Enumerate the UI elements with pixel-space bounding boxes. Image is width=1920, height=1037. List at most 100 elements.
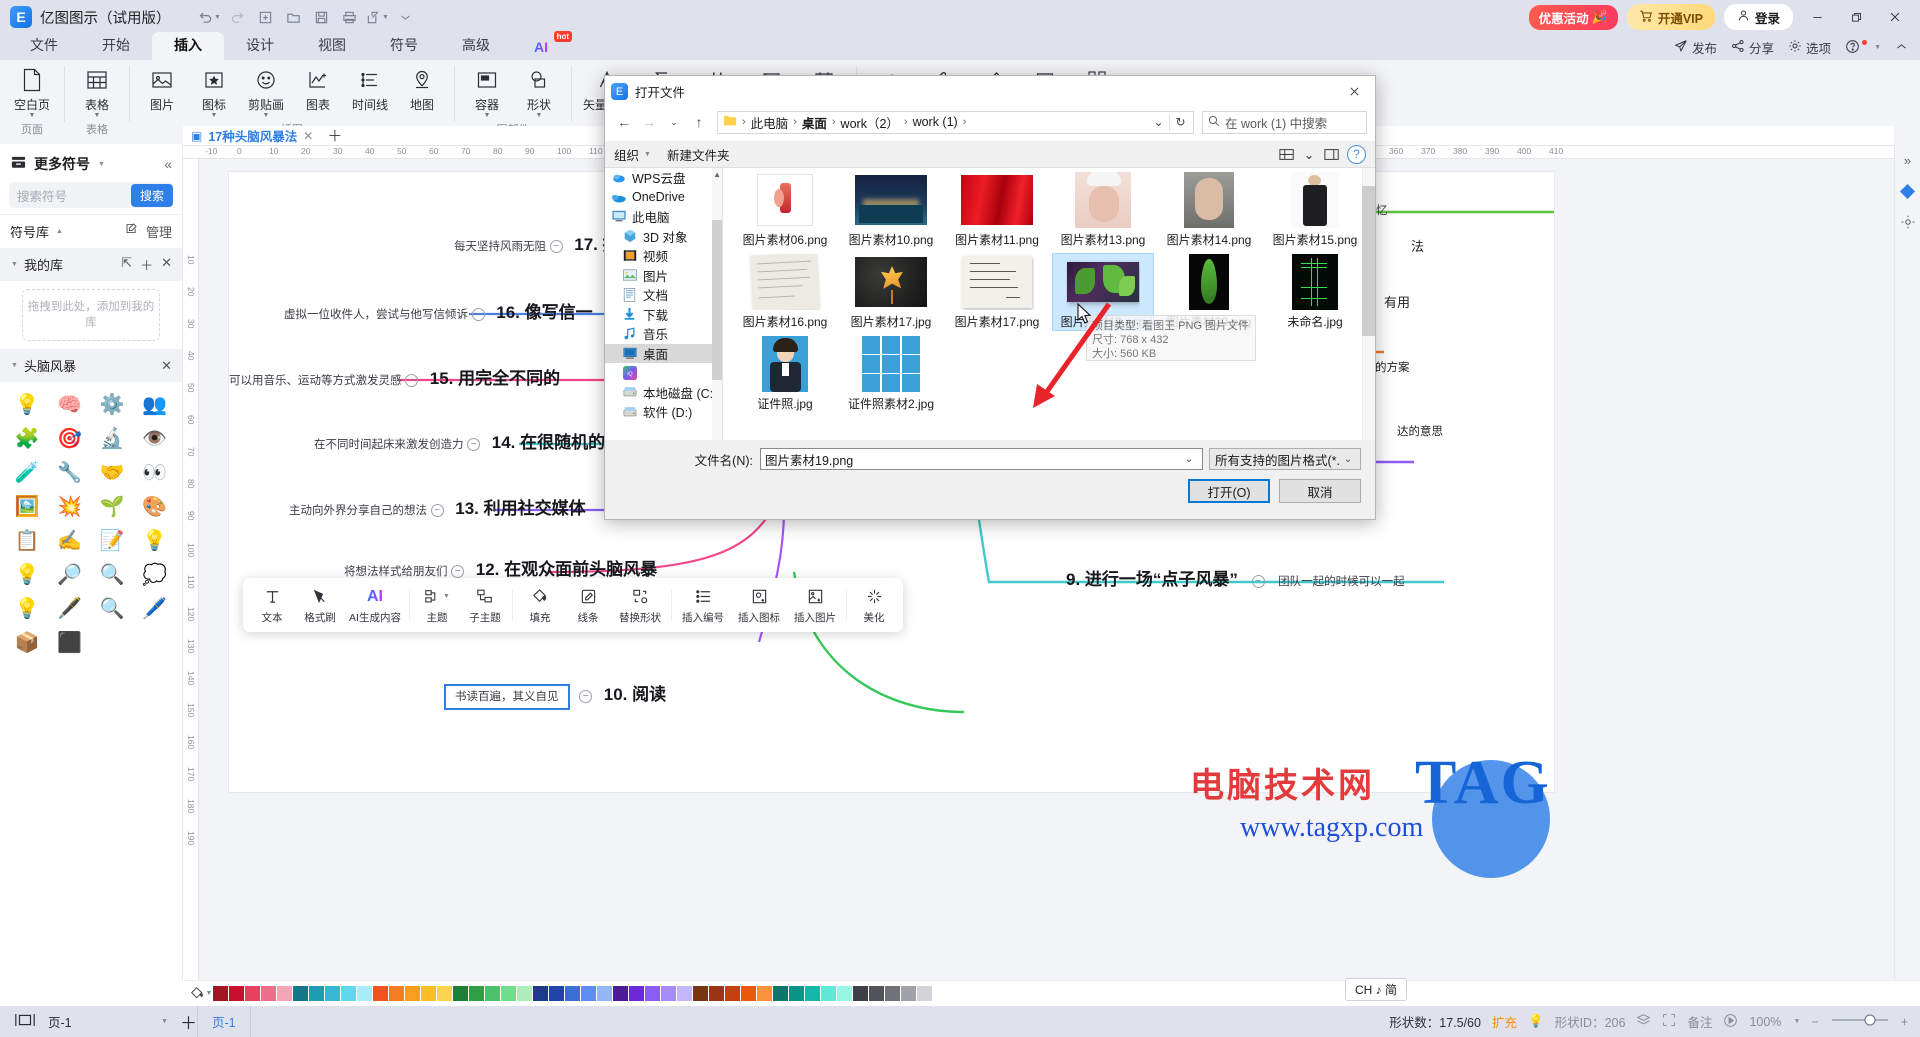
expand-link[interactable]: 扩充 bbox=[1492, 1012, 1517, 1031]
ribbon-picture-button[interactable]: 图片 bbox=[136, 60, 188, 113]
symbol-item-21[interactable]: 🔎 bbox=[51, 559, 90, 589]
fb-fill-button[interactable]: 填充 bbox=[516, 581, 564, 629]
collapse-ribbon-button[interactable] bbox=[1895, 40, 1908, 56]
page-selector[interactable]: 页-1 ▼ bbox=[48, 1012, 168, 1031]
fb-subtopic-button[interactable]: 子主题 bbox=[461, 581, 509, 629]
fb-line-button[interactable]: 线条 bbox=[564, 581, 612, 629]
color-swatch[interactable] bbox=[901, 986, 916, 1001]
refresh-icon[interactable]: ↻ bbox=[1170, 112, 1191, 133]
redo-icon[interactable] bbox=[225, 5, 251, 29]
collapse-icon[interactable]: − bbox=[405, 374, 419, 388]
chevron-down-icon[interactable]: ▼ bbox=[161, 1018, 168, 1025]
symbol-item-18[interactable]: 📝 bbox=[93, 525, 132, 555]
promotion-button[interactable]: 优惠活动 🎉 bbox=[1528, 4, 1618, 30]
symbol-item-8[interactable]: 🧪 bbox=[8, 457, 47, 487]
color-swatch[interactable] bbox=[789, 986, 804, 1001]
file-item[interactable]: 证件照素材2.jpg bbox=[841, 336, 941, 412]
manage-button[interactable]: 管理 bbox=[125, 222, 172, 241]
symbol-item-13[interactable]: 💥 bbox=[51, 491, 90, 521]
node-14[interactable]: 在不同时间起床来激发创造力 − 14. 在很随机的 bbox=[314, 428, 605, 453]
symbol-item-28[interactable]: 📦 bbox=[8, 627, 47, 657]
color-swatch[interactable] bbox=[421, 986, 436, 1001]
up-arrow-icon[interactable]: ↑ bbox=[688, 111, 710, 133]
node-14-title[interactable]: 14. 在很随机的 bbox=[492, 433, 605, 452]
tab-view[interactable]: 视图 bbox=[296, 32, 368, 60]
color-swatch[interactable] bbox=[597, 986, 612, 1001]
breadcrumb-item-3[interactable]: work (1) bbox=[910, 115, 961, 129]
ribbon-container-button[interactable]: 容器 ▼ bbox=[461, 60, 513, 119]
chevron-down-icon[interactable]: ⌄ bbox=[1148, 112, 1169, 133]
color-swatch[interactable] bbox=[309, 986, 324, 1001]
document-tab[interactable]: 17种头脑风暴法 bbox=[208, 126, 297, 145]
login-button[interactable]: 登录 bbox=[1723, 4, 1793, 30]
scrollbar-thumb[interactable] bbox=[712, 220, 722, 380]
symbol-item-6[interactable]: 🔬 bbox=[93, 423, 132, 453]
chevron-down-icon[interactable]: ▼ bbox=[11, 261, 18, 268]
color-swatch[interactable] bbox=[533, 986, 548, 1001]
node-15-title[interactable]: 15. 用完全不同的 bbox=[430, 369, 560, 388]
add-icon[interactable]: ＋ bbox=[140, 255, 153, 274]
filetype-select[interactable]: 所有支持的图片格式(*.bmp *.jp ⌄ bbox=[1209, 448, 1361, 470]
node-16-sub[interactable]: 虚拟一位收件人，尝试与他写信倾诉 bbox=[284, 309, 468, 321]
chevron-down-icon[interactable]: ▼ bbox=[484, 112, 491, 119]
node-12-sub[interactable]: 将想法样式给朋友们 bbox=[344, 566, 448, 578]
chevron-down-icon[interactable]: ▼ bbox=[29, 112, 36, 119]
minimize-button[interactable] bbox=[1802, 3, 1832, 31]
file-item[interactable]: 图片素材17.jpg bbox=[841, 254, 941, 330]
tab-design[interactable]: 设计 bbox=[224, 32, 296, 60]
color-swatch[interactable] bbox=[229, 986, 244, 1001]
chevron-down-icon[interactable]: ▼ bbox=[211, 112, 218, 119]
symbol-item-2[interactable]: ⚙️ bbox=[93, 389, 132, 419]
close-icon[interactable]: ✕ bbox=[161, 358, 172, 374]
color-swatch[interactable] bbox=[661, 986, 676, 1001]
tab-insert[interactable]: 插入 bbox=[152, 32, 224, 60]
dialog-search-box[interactable]: 在 work (1) 中搜索 bbox=[1202, 110, 1367, 134]
vip-button[interactable]: 开通VIP bbox=[1626, 4, 1715, 30]
color-swatch[interactable] bbox=[757, 986, 772, 1001]
zoom-in-button[interactable]: + bbox=[1901, 1015, 1908, 1029]
nav-item-12[interactable]: 软件 (D:) bbox=[605, 402, 722, 422]
node-16-title[interactable]: 16. 像写信一 bbox=[496, 303, 592, 322]
file-item[interactable]: 图片素材10.png bbox=[841, 172, 941, 248]
nav-item-4[interactable]: 视频 bbox=[605, 246, 722, 266]
open-file-dialog[interactable]: E 打开文件 ← → ⌄ ↑ › 此电脑 › 桌面 › work（2） › wo… bbox=[604, 75, 1376, 520]
file-item[interactable]: 图片素材13.png bbox=[1053, 172, 1153, 248]
color-swatch[interactable] bbox=[917, 986, 932, 1001]
symbol-search-button[interactable]: 搜索 bbox=[130, 183, 173, 207]
node-15[interactable]: 可以用音乐、运动等方式激发灵感 − 15. 用完全不同的 bbox=[229, 364, 560, 389]
color-swatch[interactable] bbox=[341, 986, 356, 1001]
nav-item-8[interactable]: 音乐 bbox=[605, 324, 722, 344]
chevron-down-icon[interactable]: ▼ bbox=[98, 161, 105, 168]
symbol-item-29[interactable]: ⬛ bbox=[51, 627, 90, 657]
settings-icon[interactable] bbox=[1898, 212, 1918, 232]
tab-ai[interactable]: AI hot bbox=[512, 31, 572, 60]
node-9-title[interactable]: 9. 进行一场“点子风暴” bbox=[1066, 570, 1238, 589]
file-item[interactable]: 未命名.jpg bbox=[1265, 254, 1365, 330]
zoom-out-button[interactable]: − bbox=[1811, 1015, 1818, 1029]
publish-button[interactable]: 发布 bbox=[1674, 38, 1717, 57]
view-layout-icon[interactable] bbox=[1275, 144, 1298, 164]
node-fragment-2[interactable]: 有用 bbox=[1384, 292, 1410, 311]
symbol-item-5[interactable]: 🎯 bbox=[51, 423, 90, 453]
file-item[interactable]: 图片素材17.png bbox=[947, 254, 1047, 330]
symbol-item-10[interactable]: 🤝 bbox=[93, 457, 132, 487]
fit-icon[interactable] bbox=[1662, 1013, 1676, 1030]
dialog-close-button[interactable] bbox=[1339, 79, 1369, 105]
color-swatch[interactable] bbox=[709, 986, 724, 1001]
import-icon[interactable]: ⇱ bbox=[121, 255, 132, 274]
color-swatch[interactable] bbox=[693, 986, 708, 1001]
nav-item-0[interactable]: WPS云盘 bbox=[605, 168, 722, 188]
file-list-scrollbar[interactable] bbox=[1362, 168, 1375, 440]
floating-format-toolbar[interactable]: 文本 格式刷 AI AI生成内容 ▼ 主题 子主题 填充 线条 替换形状 插入编… bbox=[243, 578, 903, 632]
nav-item-9[interactable]: 桌面 bbox=[605, 343, 722, 363]
nav-item-1[interactable]: OneDrive bbox=[605, 188, 722, 208]
color-swatch[interactable] bbox=[389, 986, 404, 1001]
sidebar-group-my-library[interactable]: ▼ 我的库 ⇱ ＋ ✕ bbox=[0, 248, 182, 281]
chevron-down-icon[interactable]: ⌄ bbox=[1302, 144, 1316, 164]
bulb-icon[interactable]: 💡 bbox=[1528, 1014, 1544, 1029]
chevron-down-icon[interactable]: ▼ bbox=[94, 112, 101, 119]
restore-button[interactable] bbox=[1841, 3, 1871, 31]
chevron-down-icon[interactable]: ▼ bbox=[1793, 1018, 1800, 1025]
symbol-item-25[interactable]: 🖋️ bbox=[51, 593, 90, 623]
breadcrumb[interactable]: › 此电脑 › 桌面 › work（2） › work (1) › ⌄ ↻ bbox=[717, 110, 1194, 134]
